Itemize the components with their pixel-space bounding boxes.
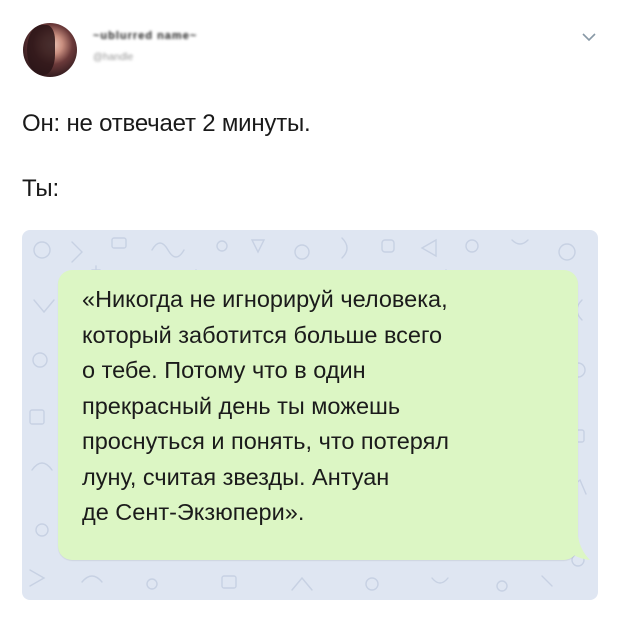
tweet-text-line-1: Он: не отвечает 2 минуты. (22, 110, 311, 137)
bubble-tail (568, 536, 590, 560)
author-handle[interactable]: @handle (93, 52, 133, 63)
message-text: «Никогда не игнорируй человека, который … (82, 286, 450, 525)
author-name[interactable]: ~ublurred name~ (93, 30, 197, 42)
chevron-down-icon[interactable] (580, 28, 598, 46)
avatar[interactable] (23, 23, 77, 77)
tweet-text-line-2: Ты: (22, 175, 59, 202)
tweet-header: ~ublurred name~ @handle (0, 0, 620, 90)
